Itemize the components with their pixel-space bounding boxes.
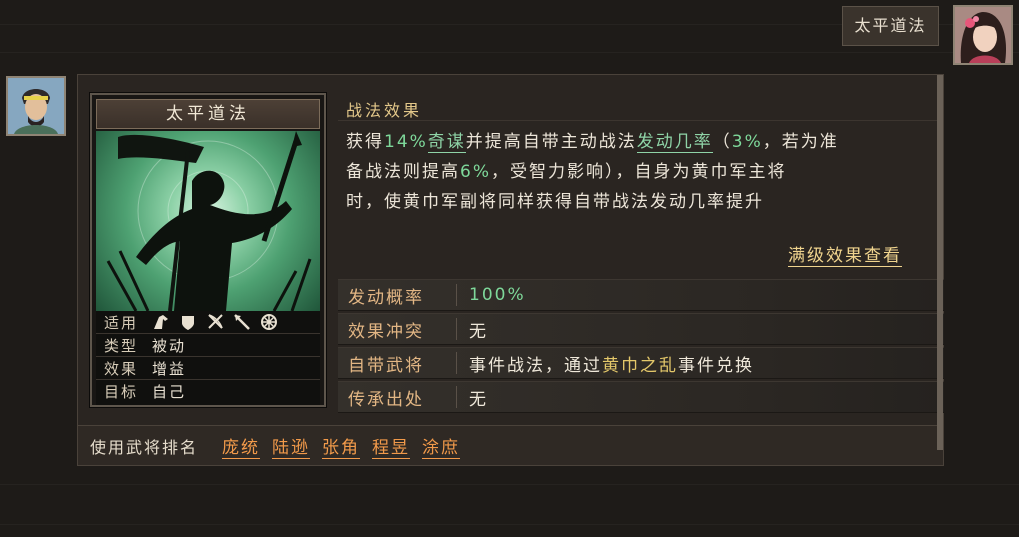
attr-value: 100% [469,285,526,305]
user-ranking-bar: 使用武将排名 庞统 陆逊 张角 程昱 涂庶 [78,425,943,465]
archer-icon [206,313,224,331]
scrollbar[interactable] [937,75,943,450]
attr-value: 无 [469,321,488,342]
skill-card-title: 太平道法 [96,99,320,129]
stat-value: 增益 [152,359,187,378]
hero-avatar-right[interactable] [953,5,1013,65]
text: 并提高自带主动战法 [465,132,637,152]
warrior-silhouette-icon [106,131,312,311]
text: ，受智力影响），自身为黄巾军主将 [490,162,787,182]
user-ranking-label: 使用武将排名 [90,437,199,457]
effect-line-2: 备战法则提高6%，受智力影响），自身为黄巾军主将 [346,157,936,187]
ranked-hero-link[interactable]: 庞统 [222,433,261,459]
ranked-hero-link[interactable]: 张角 [322,433,361,459]
ranked-hero-link[interactable]: 程昱 [372,433,411,459]
stat-row-effect: 效果 增益 [96,357,320,380]
text: ，若为准 [762,132,839,152]
stat-key: 适用 [104,313,139,332]
shield-icon [179,313,197,331]
skill-tag[interactable]: 太平道法 [842,6,939,46]
attr-key: 发动概率 [348,287,424,308]
hero-avatar-left[interactable] [6,76,66,136]
percent-value: 14% [384,132,428,152]
text: 备战法则提高 [346,162,460,182]
text: 事件兑换 [678,355,754,376]
cavalry-icon [152,313,170,331]
stat-row-troops: 适用 [96,311,320,334]
attr-key: 传承出处 [348,389,424,410]
skill-detail-panel: 太平道法 适用 类型 被动 效果 增益 目标 自己 战法效果 获得14%奇谋并提… [77,74,944,466]
attr-value: 事件战法，通过黄巾之乱事件兑换 [469,351,754,376]
troop-type-icons [152,313,320,331]
event-link[interactable]: 黄巾之乱 [602,356,678,376]
siege-icon [260,313,278,331]
skill-card-art [96,131,320,311]
attr-key: 效果冲突 [348,321,424,342]
effect-description: 获得14%奇谋并提高自带主动战法发动几率（3%，若为准 备战法则提高6%，受智力… [346,127,936,217]
skill-card: 太平道法 适用 类型 被动 效果 增益 目标 自己 [90,93,326,407]
spear-icon [233,313,251,331]
attr-key: 自带武将 [348,355,424,376]
attr-row-inherit-source: 传承出处 无 [338,381,944,413]
attr-row-own-hero: 自带武将 事件战法，通过黄巾之乱事件兑换 [338,347,944,379]
attr-row-trigger-chance: 发动概率 100% [338,279,944,311]
effect-heading: 战法效果 [346,101,423,120]
stat-key: 目标 [104,383,139,401]
stat-link-trigger-rate[interactable]: 发动几率 [636,132,713,153]
text: 获得 [346,132,384,152]
ranked-hero-link[interactable]: 涂庶 [422,433,461,459]
stat-value: 自己 [152,383,187,401]
stat-row-type: 类型 被动 [96,334,320,357]
female-hero-portrait-icon [955,7,1011,63]
stat-value: 被动 [152,336,187,355]
stat-link-qimou[interactable]: 奇谋 [427,132,466,153]
attr-row-conflict: 效果冲突 无 [338,313,944,345]
male-hero-portrait-icon [8,78,64,134]
percent-value: 3% [731,132,763,152]
skill-card-stats: 适用 类型 被动 效果 增益 目标 自己 [96,311,320,405]
divider [338,120,938,121]
text: 事件战法，通过 [469,355,602,376]
effect-line-3: 时，使黄巾军副将同样获得自带战法发动几率提升 [346,192,764,212]
stat-row-target: 目标 自己 [96,380,320,403]
full-level-effect-link[interactable]: 满级效果查看 [788,241,902,267]
effect-line-1: 获得14%奇谋并提高自带主动战法发动几率（3%，若为准 [346,127,936,157]
percent-value: 6% [460,162,491,182]
stat-key: 类型 [104,336,139,355]
stat-key: 效果 [104,359,139,378]
text: （ [712,132,732,152]
ranked-hero-link[interactable]: 陆逊 [272,433,311,459]
attr-value: 无 [469,389,488,410]
